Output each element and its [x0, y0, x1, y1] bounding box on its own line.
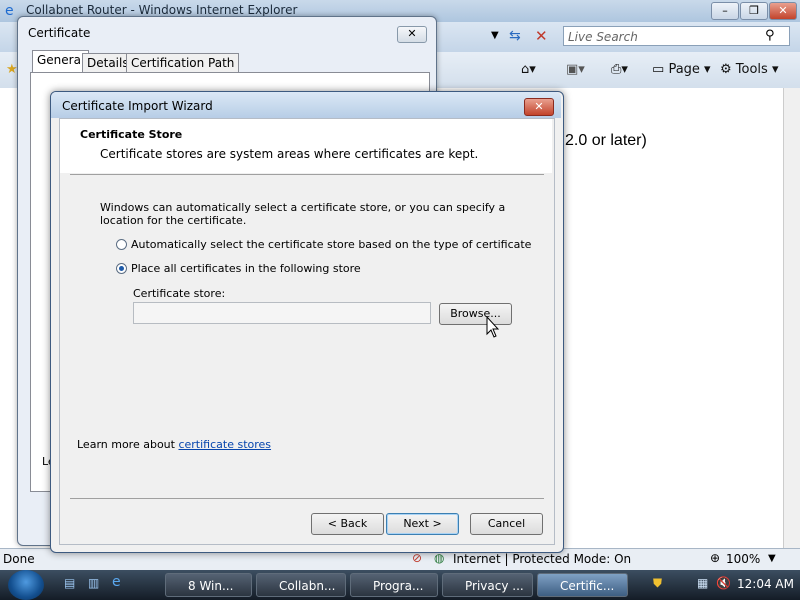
show-desktop-icon[interactable]: ▤	[64, 576, 75, 590]
search-icon[interactable]: ⚲	[765, 28, 775, 43]
tab-general[interactable]: General	[32, 50, 90, 73]
radio-auto-select[interactable]	[116, 239, 127, 250]
protected-mode-icon: ⊘	[412, 551, 423, 565]
cancel-button[interactable]: Cancel	[470, 513, 543, 535]
certificate-close-button[interactable]: ✕	[397, 26, 427, 43]
certificate-store-label: Certificate store:	[133, 287, 226, 300]
stop-icon[interactable]: ✕	[535, 27, 548, 45]
home-icon[interactable]: ⌂▾	[521, 62, 536, 77]
close-button[interactable]: ✕	[769, 2, 797, 20]
footer-divider	[70, 498, 544, 499]
wizard-body	[59, 118, 555, 545]
search-input[interactable]: Live Search	[563, 26, 790, 46]
mouse-cursor-icon	[486, 316, 500, 338]
vertical-scrollbar[interactable]	[783, 88, 800, 548]
radio-place-in-store[interactable]	[116, 263, 127, 274]
maximize-button[interactable]: ❐	[740, 2, 768, 20]
start-button[interactable]	[8, 570, 44, 600]
wizard-close-button[interactable]: ✕	[524, 98, 554, 116]
favorites-icon[interactable]: ★	[6, 62, 18, 77]
radio-place-in-store-label[interactable]: Place all certificates in the following …	[131, 262, 361, 275]
tools-menu[interactable]: ⚙ Tools ▾	[720, 62, 779, 77]
certificate-store-field[interactable]	[133, 302, 431, 324]
page-menu[interactable]: ▭ Page ▾	[652, 62, 711, 77]
page-text: 2.0 or later)	[565, 132, 647, 149]
volume-muted-icon[interactable]: 🔇	[716, 576, 731, 590]
page-icon: ▭	[652, 62, 665, 77]
certificate-stores-link[interactable]: certificate stores	[178, 438, 271, 451]
wizard-title: Certificate Import Wizard	[62, 99, 213, 113]
refresh-icon[interactable]: ⇆	[509, 28, 521, 44]
network-icon[interactable]: ▦	[697, 576, 708, 590]
tab-certification-path[interactable]: Certification Path	[126, 53, 240, 72]
wizard-header-title: Certificate Store	[80, 128, 183, 141]
radio-auto-select-label[interactable]: Automatically select the certificate sto…	[131, 238, 531, 251]
header-divider	[70, 174, 544, 175]
zoom-icon: ⊕	[710, 551, 721, 565]
ie-quicklaunch-icon[interactable]: e	[112, 574, 121, 590]
browser-title: Collabnet Router - Windows Internet Expl…	[26, 3, 298, 17]
status-text: Done	[3, 552, 35, 566]
taskbar-item-programs[interactable]: Progra...	[350, 573, 438, 597]
ie-logo-icon: e	[5, 3, 14, 19]
next-button[interactable]: Next >	[386, 513, 459, 535]
learn-more-text: Learn more about certificate stores	[77, 438, 272, 451]
gear-icon: ⚙	[720, 62, 732, 77]
taskbar-item-windows[interactable]: 8 Win...	[165, 573, 252, 597]
zoom-dropdown-icon[interactable]: ▼	[768, 553, 776, 564]
wizard-intro-text: Windows can automatically select a certi…	[100, 201, 506, 227]
print-icon[interactable]: ⎙▾	[611, 62, 628, 77]
security-zone[interactable]: Internet | Protected Mode: On	[453, 552, 631, 566]
wizard-header-description: Certificate stores are system areas wher…	[100, 147, 479, 161]
internet-zone-icon: ◍	[434, 551, 445, 565]
minimize-button[interactable]: –	[711, 2, 739, 20]
taskbar-item-privacy[interactable]: Privacy ...	[442, 573, 533, 597]
clock[interactable]: 12:04 AM	[737, 577, 794, 591]
feeds-icon[interactable]: ▣▾	[566, 62, 585, 77]
switch-windows-icon[interactable]: ▥	[88, 576, 99, 590]
back-button[interactable]: < Back	[311, 513, 384, 535]
dropdown-arrow-icon[interactable]: ▼	[491, 30, 499, 41]
taskbar-item-collabnet[interactable]: Collabn...	[256, 573, 346, 597]
zoom-level[interactable]: 100%	[726, 552, 760, 566]
certificate-dialog-title: Certificate	[28, 26, 91, 40]
taskbar-item-certificate[interactable]: Certific...	[537, 573, 628, 597]
browse-button[interactable]: Browse...	[439, 303, 512, 325]
security-alert-icon[interactable]: ⛊	[653, 576, 662, 591]
